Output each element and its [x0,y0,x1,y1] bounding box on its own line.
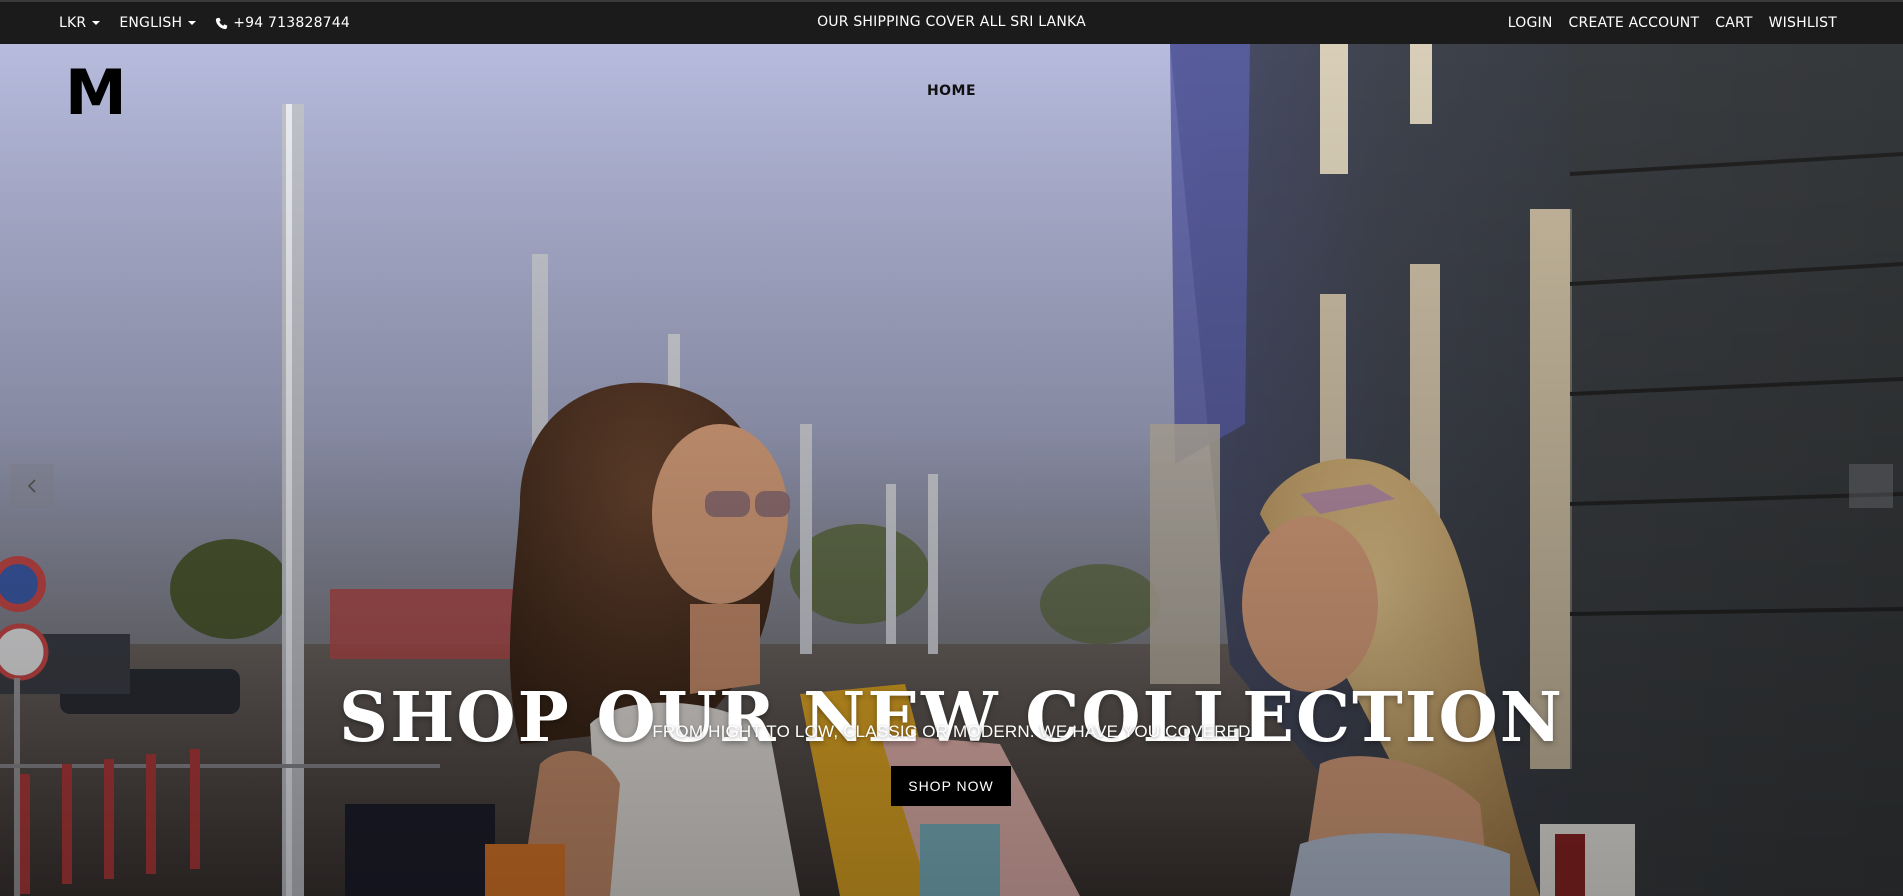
shipping-announcement: OUR SHIPPING COVER ALL SRI LANKA [817,14,1086,30]
main-nav: HOME [0,83,1903,99]
create-account-link[interactable]: CREATE ACCOUNT [1569,15,1700,31]
phone-icon [216,17,228,29]
currency-selector[interactable]: LKR [59,15,101,31]
hero-headline: SHOP OUR NEW COLLECTION [339,677,1564,758]
chevron-left-icon [27,479,36,493]
slider-prev-button[interactable] [10,464,54,508]
cart-link[interactable]: CART [1715,15,1752,31]
top-bar-left: LKR ENGLISH +94 713828744 [59,2,350,44]
nav-home-link[interactable]: HOME [927,83,976,99]
hero-subheadline: FROM HIGHT TO LOW, CLASSIC OR MODERN. WE… [652,722,1251,741]
phone-link[interactable]: +94 713828744 [215,15,350,31]
account-links: LOGIN CREATE ACCOUNT CART WISHLIST [1508,2,1837,44]
phone-number: +94 713828744 [233,15,350,31]
top-bar: LKR ENGLISH +94 713828744 OUR SHIPPING C… [0,0,1903,44]
currency-label: LKR [59,15,87,31]
slider-next-button[interactable] [1849,464,1893,508]
login-link[interactable]: LOGIN [1508,15,1553,31]
caret-down-icon [188,21,197,25]
hero-slider: M HOME SHOP OUR NEW COLLECTION FROM HIGH… [0,44,1903,896]
wishlist-link[interactable]: WISHLIST [1769,15,1837,31]
shop-now-button[interactable]: SHOP NOW [891,766,1011,806]
language-label: ENGLISH [119,15,183,31]
language-selector[interactable]: ENGLISH [119,15,197,31]
caret-down-icon [92,21,101,25]
chevron-right-icon [1867,479,1876,493]
